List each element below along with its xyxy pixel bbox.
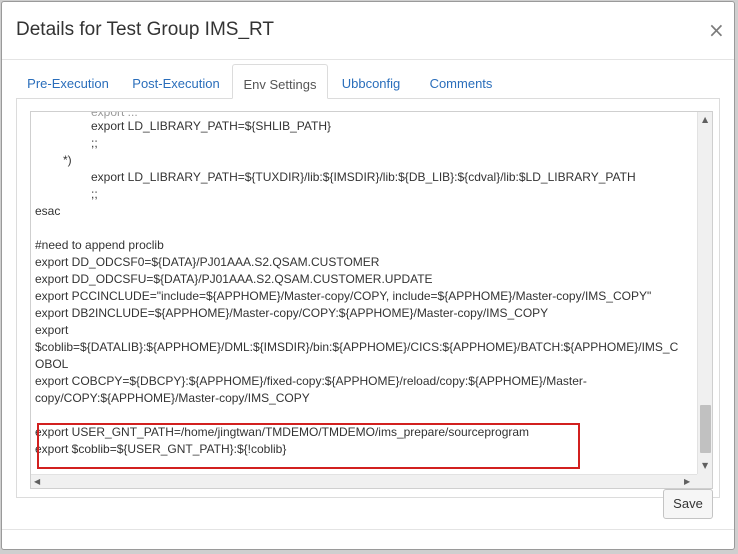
code-line: OBOL <box>35 357 69 371</box>
dialog-title: Details for Test Group IMS_RT <box>16 19 275 40</box>
code-line: export USER_GNT_PATH=/home/jingtwan/TMDE… <box>35 425 530 439</box>
scroll-down-icon[interactable]: ▼ <box>702 461 708 470</box>
code-line: export LD_LIBRARY_PATH=${SHLIB_PATH} <box>91 119 332 133</box>
scroll-left-icon[interactable]: ◀ <box>34 477 40 486</box>
details-dialog: Details for Test Group IMS_RT × Pre-Exec… <box>1 1 735 550</box>
dialog-footer-divider <box>2 529 734 530</box>
code-line: ;; <box>91 187 98 201</box>
code-line: export DD_ODCSFU=${DATA}/PJ01AAA.S2.QSAM… <box>35 272 433 286</box>
vertical-scroll-thumb[interactable] <box>700 405 711 453</box>
code-line: export COBCPY=${DBCPY}:${APPHOME}/fixed-… <box>35 374 587 388</box>
save-button[interactable]: Save <box>663 489 713 519</box>
code-line: export PCCINCLUDE="include=${APPHOME}/Ma… <box>35 289 652 303</box>
code-line: export DB2INCLUDE=${APPHOME}/Master-copy… <box>35 306 549 320</box>
code-line: export $coblib=${USER_GNT_PATH}:${!cobli… <box>35 442 287 456</box>
scroll-right-icon[interactable]: ▶ <box>684 477 690 486</box>
tab-bar: Pre-Execution Post-Execution Env Setting… <box>16 64 720 99</box>
tab-post-execution[interactable]: Post-Execution <box>120 64 232 98</box>
code-line: #need to append proclib <box>35 238 164 252</box>
env-settings-editor[interactable]: export ... export LD_LIBRARY_PATH=${SHLI… <box>30 111 713 489</box>
code-line: copy/COPY:${APPHOME}/Master-copy/IMS_COP… <box>35 391 310 405</box>
vertical-scrollbar[interactable]: ▲ ▼ <box>697 112 712 474</box>
code-line: $coblib=${DATALIB}:${APPHOME}/DML:${IMSD… <box>35 340 679 354</box>
dialog-header: Details for Test Group IMS_RT × <box>2 2 734 60</box>
code-line: export DD_ODCSF0=${DATA}/PJ01AAA.S2.QSAM… <box>35 255 380 269</box>
tab-comments[interactable]: Comments <box>414 64 508 98</box>
tab-pre-execution[interactable]: Pre-Execution <box>16 64 120 98</box>
scrollbar-corner <box>697 474 712 488</box>
horizontal-scrollbar[interactable]: ◀ ▶ <box>31 474 697 488</box>
code-line: *) <box>63 153 72 167</box>
close-icon[interactable]: × <box>708 20 725 40</box>
code-line: esac <box>35 204 61 218</box>
tab-ubbconfig[interactable]: Ubbconfig <box>328 64 414 98</box>
tab-env-settings[interactable]: Env Settings <box>232 64 328 99</box>
env-settings-panel: export ... export LD_LIBRARY_PATH=${SHLI… <box>16 98 720 498</box>
scroll-up-icon[interactable]: ▲ <box>702 115 708 124</box>
code-line: export LD_LIBRARY_PATH=${TUXDIR}/lib:${I… <box>91 170 636 184</box>
code-line: export <box>35 323 69 337</box>
code-line: ;; <box>91 136 98 150</box>
